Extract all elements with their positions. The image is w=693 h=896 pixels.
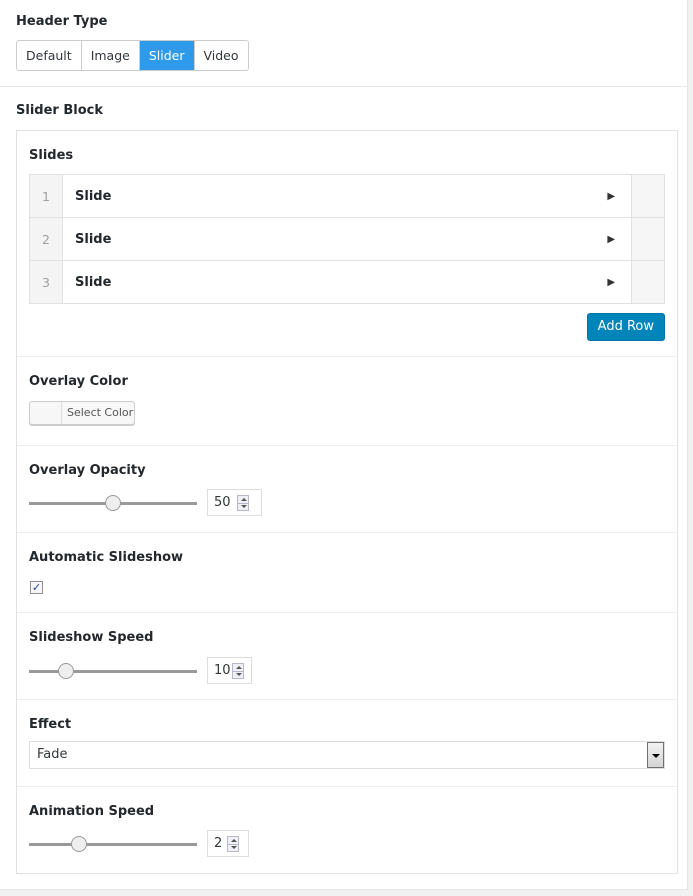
- animation-speed-slider[interactable]: [29, 834, 197, 854]
- add-row-button[interactable]: Add Row: [586, 313, 665, 341]
- overlay-opacity-label: Overlay Opacity: [29, 463, 146, 478]
- overlay-opacity-field: Overlay Opacity 50: [17, 446, 677, 533]
- slider-block-label: Slider Block: [16, 103, 103, 118]
- effect-field: Effect Fade: [17, 700, 677, 787]
- slideshow-speed-input[interactable]: 10: [207, 657, 252, 684]
- animation-speed-input[interactable]: 2: [207, 830, 249, 857]
- effect-selected-value: Fade: [37, 747, 68, 762]
- spinner-icon[interactable]: [231, 662, 244, 679]
- slides-field: Slides 1 Slide ▶ 2 Slide ▶ 3 Slide ▶ Add…: [17, 131, 677, 357]
- automatic-slideshow-field: Automatic Slideshow ✓: [17, 533, 677, 613]
- automatic-slideshow-label: Automatic Slideshow: [29, 550, 184, 565]
- settings-panel: Header Type Default Image Slider Video S…: [0, 0, 688, 890]
- divider: [0, 86, 688, 87]
- slider-thumb[interactable]: [71, 836, 88, 852]
- row-handle[interactable]: [631, 217, 665, 261]
- slide-title[interactable]: Slide: [62, 174, 592, 218]
- triangle-right-icon[interactable]: ▶: [591, 217, 632, 261]
- overlay-color-field: Overlay Color Select Color: [17, 357, 677, 446]
- header-type-image[interactable]: Image: [81, 41, 140, 70]
- overlay-color-label: Overlay Color: [29, 374, 128, 389]
- effect-label: Effect: [29, 717, 72, 732]
- overlay-opacity-slider[interactable]: [29, 493, 197, 513]
- overlay-opacity-input[interactable]: 50: [207, 489, 262, 516]
- slider-track: [29, 670, 197, 673]
- row-index: 3: [29, 260, 63, 304]
- select-color-label: Select Color: [67, 406, 134, 419]
- header-type-segmented-control: Default Image Slider Video: [16, 40, 249, 71]
- row-handle[interactable]: [631, 260, 665, 304]
- header-type-slider[interactable]: Slider: [139, 41, 195, 70]
- animation-speed-value: 2: [214, 836, 223, 851]
- header-type-label: Header Type: [16, 14, 108, 29]
- slider-thumb[interactable]: [105, 495, 121, 511]
- table-row[interactable]: 1 Slide ▶: [29, 174, 665, 218]
- row-index: 1: [29, 174, 63, 218]
- slideshow-speed-field: Slideshow Speed 10: [17, 613, 677, 700]
- slideshow-speed-slider[interactable]: [29, 661, 197, 681]
- chevron-down-icon[interactable]: [647, 742, 664, 768]
- spinner-icon[interactable]: [236, 494, 249, 511]
- slides-table: 1 Slide ▶ 2 Slide ▶ 3 Slide ▶: [29, 174, 665, 304]
- slider-track: [29, 843, 197, 846]
- triangle-right-icon[interactable]: ▶: [591, 174, 632, 218]
- animation-speed-field: Animation Speed 2: [17, 787, 677, 873]
- triangle-right-icon[interactable]: ▶: [591, 260, 632, 304]
- table-row[interactable]: 2 Slide ▶: [29, 217, 665, 261]
- animation-speed-label: Animation Speed: [29, 804, 155, 819]
- overlay-opacity-value: 50: [214, 495, 231, 510]
- slider-thumb[interactable]: [57, 663, 74, 679]
- header-type-video[interactable]: Video: [194, 41, 248, 70]
- automatic-slideshow-checkbox[interactable]: ✓: [30, 581, 43, 594]
- slideshow-speed-label: Slideshow Speed: [29, 630, 154, 645]
- select-color-button[interactable]: Select Color: [29, 401, 135, 425]
- color-swatch: [30, 402, 62, 424]
- table-row[interactable]: 3 Slide ▶: [29, 260, 665, 304]
- row-index: 2: [29, 217, 63, 261]
- row-handle[interactable]: [631, 174, 665, 218]
- slide-title[interactable]: Slide: [62, 260, 592, 304]
- spinner-icon[interactable]: [227, 835, 240, 852]
- slideshow-speed-value: 10: [214, 663, 231, 678]
- slider-block: Slides 1 Slide ▶ 2 Slide ▶ 3 Slide ▶ Add…: [16, 130, 678, 874]
- slide-title[interactable]: Slide: [62, 217, 592, 261]
- header-type-default[interactable]: Default: [17, 41, 82, 70]
- effect-select[interactable]: Fade: [29, 741, 665, 769]
- slides-label: Slides: [29, 148, 74, 163]
